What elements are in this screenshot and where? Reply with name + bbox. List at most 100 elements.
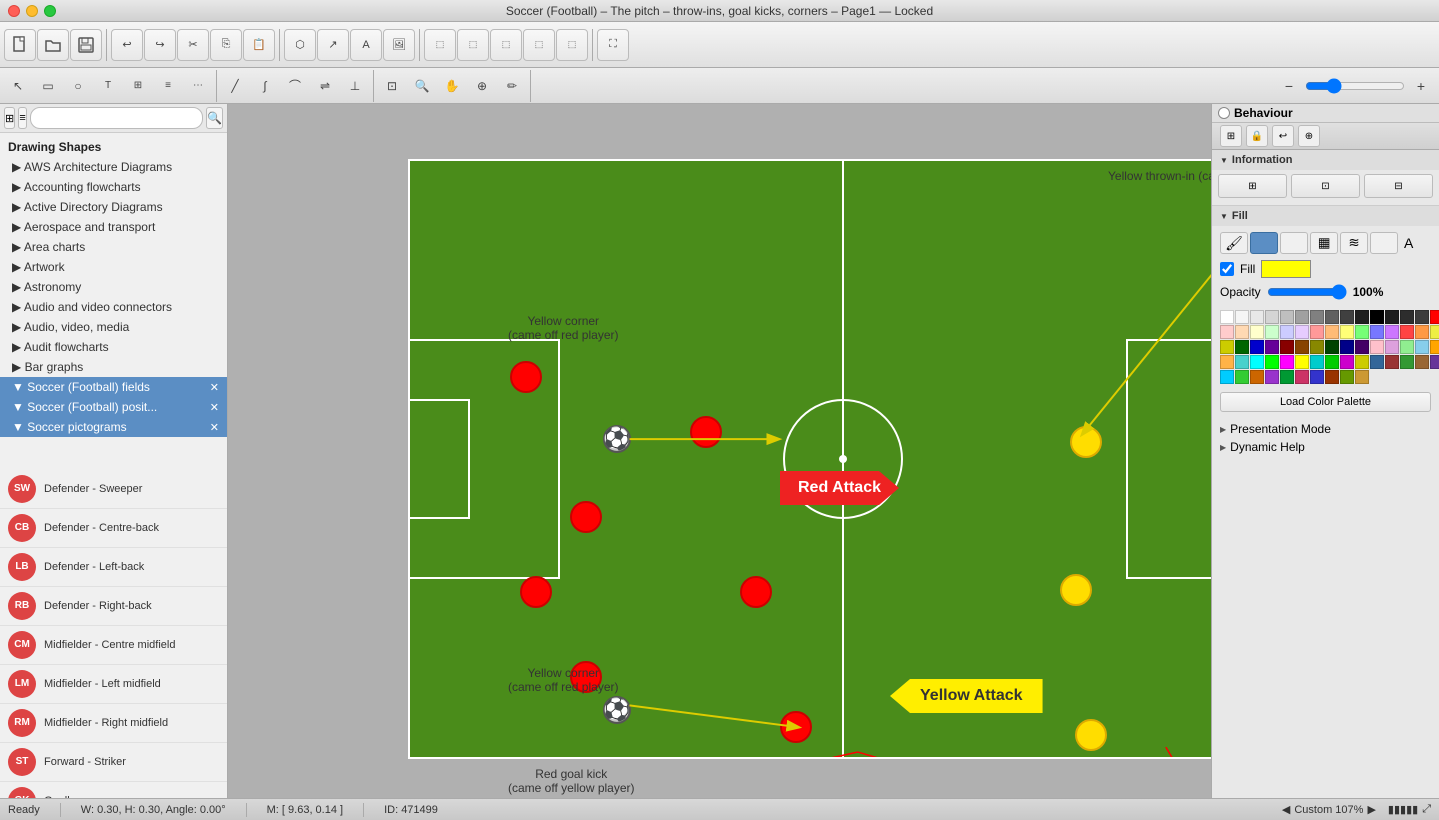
color-swatch[interactable]: [1295, 340, 1309, 354]
color-swatch[interactable]: [1415, 325, 1429, 339]
color-swatch[interactable]: [1250, 370, 1264, 384]
reset-view-button[interactable]: ⊕: [468, 73, 496, 99]
color-swatch[interactable]: [1220, 340, 1234, 354]
undo-button[interactable]: ↩: [111, 29, 143, 61]
color-swatch[interactable]: [1220, 325, 1234, 339]
align-right-button[interactable]: ⬚: [490, 29, 522, 61]
color-swatch[interactable]: [1340, 340, 1354, 354]
fill-texture-btn[interactable]: ≋: [1340, 232, 1368, 254]
color-swatch[interactable]: [1370, 340, 1384, 354]
table-tool[interactable]: ⊞: [124, 73, 152, 99]
color-swatch[interactable]: [1400, 355, 1414, 369]
cut-button[interactable]: ✂: [177, 29, 209, 61]
red-player-5[interactable]: [690, 416, 722, 448]
dynamic-help-item[interactable]: ▶ Dynamic Help: [1220, 438, 1431, 456]
fill-solid-btn[interactable]: [1250, 232, 1278, 254]
fill-pattern-btn[interactable]: ▦: [1310, 232, 1338, 254]
color-swatch[interactable]: [1385, 340, 1399, 354]
color-swatch[interactable]: [1385, 325, 1399, 339]
minimize-button[interactable]: [26, 5, 38, 17]
insert-text-button[interactable]: A: [350, 29, 382, 61]
line-tool[interactable]: ╱: [221, 73, 249, 99]
save-file-button[interactable]: [70, 29, 102, 61]
text-tool[interactable]: T: [94, 73, 122, 99]
align-top-button[interactable]: ⬚: [523, 29, 555, 61]
close-soccer-fields-icon[interactable]: ✕: [210, 381, 219, 394]
library-item-area-charts[interactable]: ▶ Area charts: [0, 237, 227, 257]
close-soccer-positions-icon[interactable]: ✕: [210, 401, 219, 414]
library-item-audio-video[interactable]: ▶ Audio and video connectors: [0, 297, 227, 317]
library-item-astronomy[interactable]: ▶ Astronomy: [0, 277, 227, 297]
color-swatch[interactable]: [1340, 370, 1354, 384]
color-swatch[interactable]: [1400, 340, 1414, 354]
color-swatch[interactable]: [1430, 340, 1439, 354]
player-item-cm[interactable]: CM Midfielder - Centre midfield: [0, 626, 227, 665]
library-item-aerospace[interactable]: ▶ Aerospace and transport: [0, 217, 227, 237]
red-player-1[interactable]: [510, 361, 542, 393]
color-swatch[interactable]: [1265, 310, 1279, 324]
fullscreen-button[interactable]: ⛶: [597, 29, 629, 61]
rp-btn-4[interactable]: ⊕: [1298, 125, 1320, 147]
more-shapes-tool[interactable]: ⋯: [184, 73, 212, 99]
info-btn-2[interactable]: ⊡: [1291, 174, 1360, 198]
search-input[interactable]: [30, 107, 203, 129]
player-item-rm[interactable]: RM Midfielder - Right midfield: [0, 704, 227, 743]
open-file-button[interactable]: [37, 29, 69, 61]
color-swatch[interactable]: [1250, 325, 1264, 339]
ball-left-bottom[interactable]: [603, 696, 631, 724]
color-swatch[interactable]: [1265, 325, 1279, 339]
paste-button[interactable]: 📋: [243, 29, 275, 61]
ball-left-top[interactable]: [603, 425, 631, 453]
color-swatch[interactable]: [1220, 310, 1234, 324]
color-swatch[interactable]: [1370, 325, 1384, 339]
red-player-7[interactable]: [780, 711, 812, 743]
canvas-area[interactable]: Red Attack Yellow Attack: [228, 104, 1211, 798]
insert-connection-button[interactable]: ↗: [317, 29, 349, 61]
library-item-aws[interactable]: ▶ AWS Architecture Diagrams: [0, 157, 227, 177]
color-swatch[interactable]: [1250, 310, 1264, 324]
rp-btn-3[interactable]: ↩: [1272, 125, 1294, 147]
player-item-sw[interactable]: SW Defender - Sweeper: [0, 470, 227, 509]
color-swatch[interactable]: [1340, 325, 1354, 339]
prev-page-btn[interactable]: ◀: [1282, 803, 1290, 816]
maximize-button[interactable]: [44, 5, 56, 17]
connector-tool[interactable]: ⇌: [311, 73, 339, 99]
player-item-st[interactable]: ST Forward - Striker: [0, 743, 227, 782]
color-swatch[interactable]: [1295, 355, 1309, 369]
rp-btn-1[interactable]: ⊞: [1220, 125, 1242, 147]
panel-list-button[interactable]: ≡: [18, 107, 27, 129]
color-swatch[interactable]: [1250, 340, 1264, 354]
color-swatch[interactable]: [1325, 370, 1339, 384]
color-swatch[interactable]: [1280, 355, 1294, 369]
behaviour-radio[interactable]: [1218, 107, 1230, 119]
select-tool[interactable]: ↖: [4, 73, 32, 99]
color-swatch[interactable]: [1235, 340, 1249, 354]
library-item-soccer-positions[interactable]: ▼ Soccer (Football) posit... ✕: [0, 397, 227, 417]
color-swatch[interactable]: [1235, 370, 1249, 384]
search-button[interactable]: 🔍: [206, 107, 223, 129]
color-swatch[interactable]: [1265, 340, 1279, 354]
yellow-player-3[interactable]: [1075, 719, 1107, 751]
color-swatch[interactable]: [1400, 310, 1414, 324]
yellow-player-1[interactable]: [1070, 426, 1102, 458]
arc-tool[interactable]: ⌒: [281, 73, 309, 99]
next-page-btn[interactable]: ▶: [1367, 803, 1375, 816]
align-left-button[interactable]: ⬚: [424, 29, 456, 61]
red-player-2[interactable]: [570, 501, 602, 533]
color-swatch[interactable]: [1295, 325, 1309, 339]
info-btn-3[interactable]: ⊟: [1364, 174, 1433, 198]
fill-gradient-v-btn[interactable]: [1370, 232, 1398, 254]
color-swatch[interactable]: [1310, 355, 1324, 369]
insert-image-button[interactable]: 🖼: [383, 29, 415, 61]
color-swatch[interactable]: [1310, 370, 1324, 384]
color-swatch[interactable]: [1280, 310, 1294, 324]
library-item-active-directory[interactable]: ▶ Active Directory Diagrams: [0, 197, 227, 217]
zoom-slider[interactable]: [1305, 78, 1405, 94]
color-swatch[interactable]: [1295, 310, 1309, 324]
fill-gradient-h-btn[interactable]: [1280, 232, 1308, 254]
color-swatch[interactable]: [1430, 325, 1439, 339]
load-palette-button[interactable]: Load Color Palette: [1220, 392, 1431, 412]
align-bottom-button[interactable]: ⬚: [556, 29, 588, 61]
color-swatch[interactable]: [1355, 370, 1369, 384]
color-swatch[interactable]: [1400, 325, 1414, 339]
